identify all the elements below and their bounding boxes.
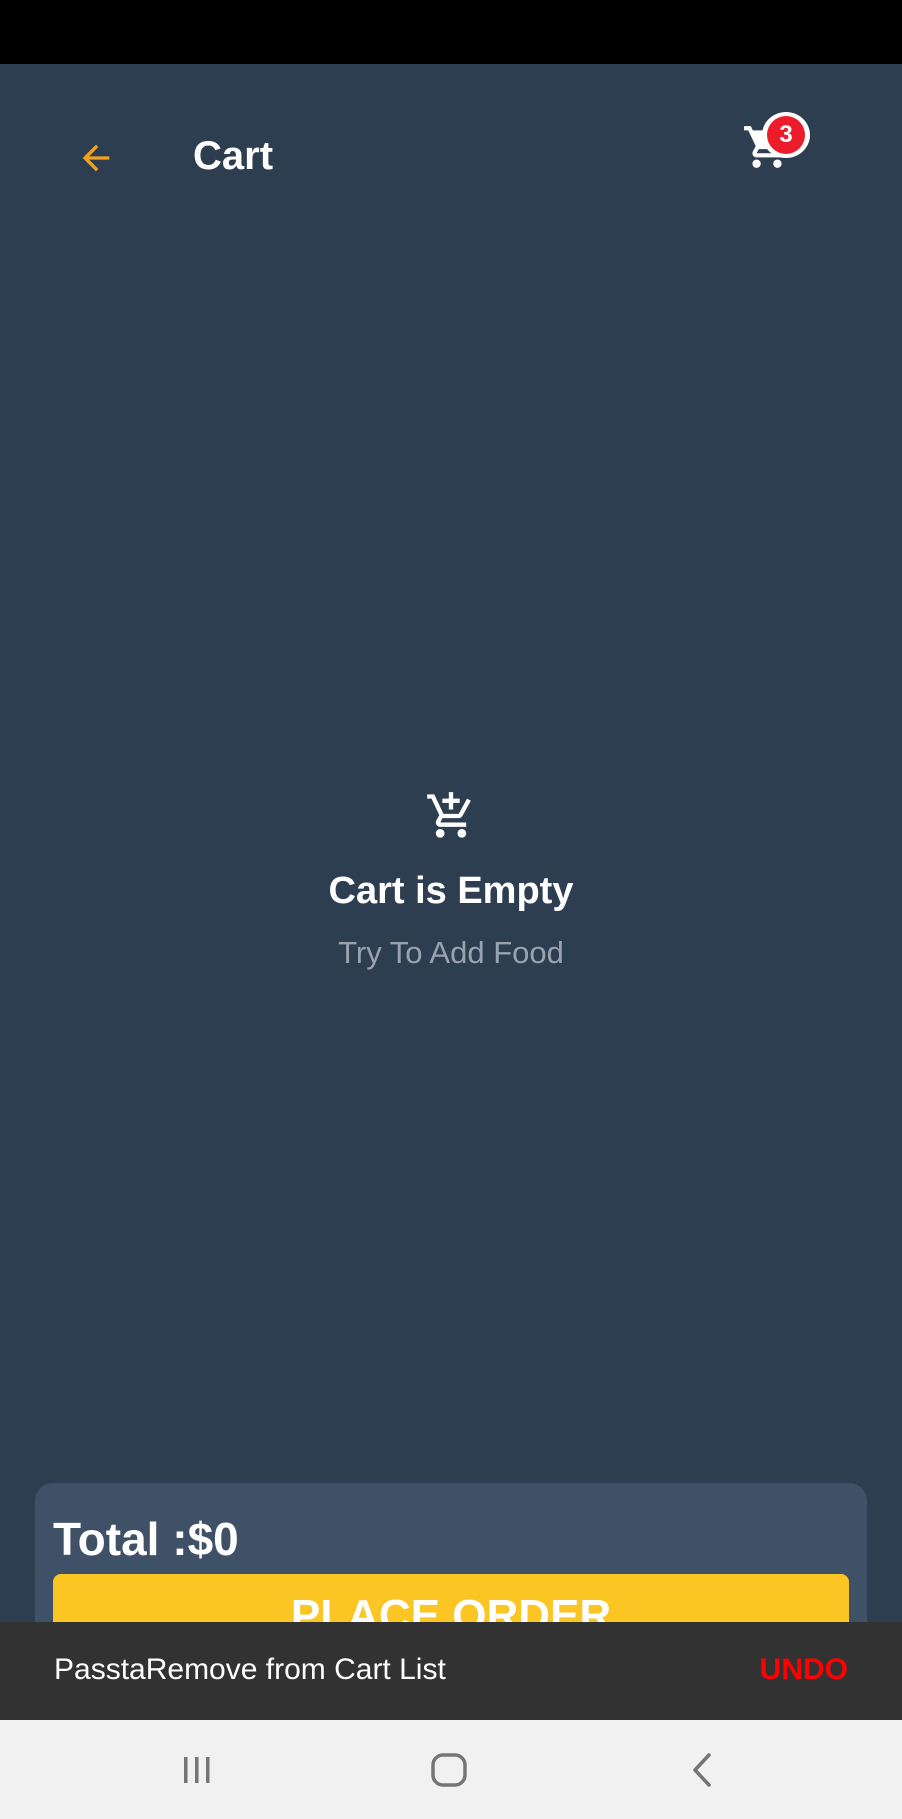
page-title: Cart <box>193 134 274 178</box>
empty-cart-state: Cart is Empty Try To Add Food <box>0 790 902 972</box>
add-shopping-cart-icon <box>427 792 471 838</box>
system-navigation-bar <box>0 1720 902 1819</box>
snackbar-message: PasstaRemove from Cart List <box>54 1653 446 1686</box>
arrow-back-icon <box>82 144 110 172</box>
home-icon <box>431 1753 467 1787</box>
home-button[interactable] <box>419 1744 479 1796</box>
snackbar: PasstaRemove from Cart List UNDO <box>0 1622 902 1720</box>
back-chevron-icon <box>693 1753 711 1787</box>
cart-count: 3 <box>767 116 805 154</box>
undo-button[interactable]: UNDO <box>760 1650 848 1690</box>
system-back-button[interactable] <box>672 1744 732 1796</box>
recents-button[interactable] <box>167 1744 227 1796</box>
empty-cart-title: Cart is Empty <box>328 870 574 912</box>
total-amount: Total :$0 <box>53 1513 239 1565</box>
status-bar <box>0 0 902 64</box>
recents-icon <box>184 1757 210 1783</box>
cart-count-badge: 3 <box>762 112 810 158</box>
empty-cart-subtitle: Try To Add Food <box>338 935 564 970</box>
back-button[interactable] <box>60 126 132 190</box>
